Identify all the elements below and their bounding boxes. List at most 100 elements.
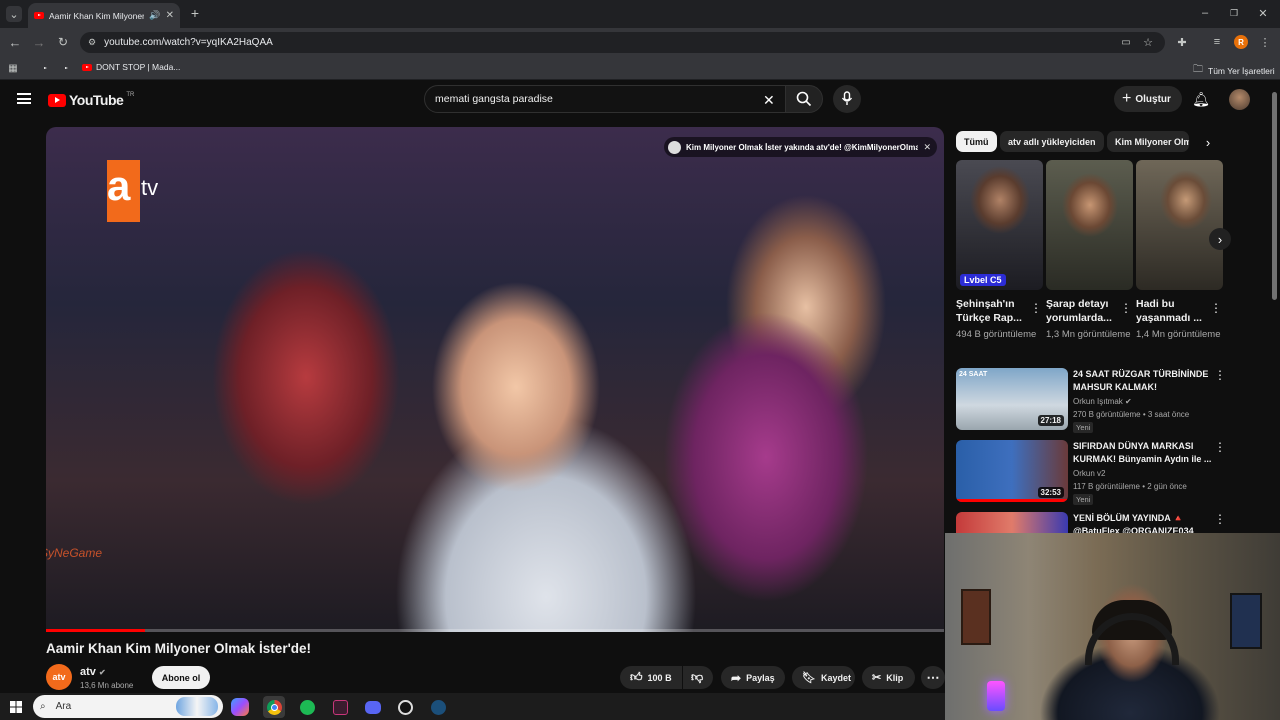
media-control-icon[interactable]: ≡ — [1211, 36, 1223, 48]
region-code: TR — [126, 92, 135, 98]
site-info-icon[interactable]: ⚙ — [88, 37, 96, 48]
bookmark-icon: 🔖︎ — [802, 672, 816, 684]
tab-search-icon[interactable]: ⌄ — [6, 6, 22, 22]
search-query-text: memati gangsta paradise — [435, 93, 553, 105]
clip-button[interactable]: ✂ Klip — [862, 666, 915, 689]
taskbar-search-input[interactable]: ⌕ Ara — [33, 695, 223, 718]
audio-playing-icon[interactable]: 🔊 — [149, 10, 160, 21]
thumbnail-label: 24 SAAT — [959, 371, 988, 378]
more-actions-button[interactable]: ⋯ — [921, 666, 945, 689]
subscribe-button[interactable]: Abone ol — [152, 666, 210, 689]
cast-icon[interactable]: ▭ — [1120, 36, 1132, 48]
forward-icon[interactable]: → — [32, 35, 46, 50]
short-thumbnail — [1046, 160, 1133, 290]
save-button[interactable]: 🔖︎ Kaydet — [792, 666, 855, 689]
browser-tab-active[interactable]: Aamir Khan Kim Milyoner Olmak İster'de! … — [28, 3, 180, 28]
hamburger-menu-icon[interactable] — [17, 93, 31, 104]
short-item[interactable]: Şarap detayı yorumlarda... 1,3 Mn görünt… — [1046, 160, 1133, 341]
voice-search-button[interactable] — [833, 85, 861, 113]
new-badge: Yeni — [1073, 494, 1094, 505]
channel-promo-card[interactable]: Kim Milyoner Olmak İster yakında atv'de!… — [664, 137, 937, 157]
chip-from-uploader[interactable]: atv adlı yükleyiciden — [1000, 131, 1104, 152]
chrome-menu-icon[interactable]: ⋮ — [1259, 36, 1271, 49]
youtube-logo-text: YouTube — [69, 92, 124, 108]
tab-close-icon[interactable]: ✕ — [166, 10, 174, 21]
channel-name[interactable]: atv ✔ — [80, 666, 106, 678]
page-scrollbar[interactable] — [1272, 92, 1277, 300]
chrome-taskbar-icon[interactable] — [263, 696, 285, 718]
promo-close-icon[interactable]: ✕ — [923, 142, 931, 153]
thumbs-up-icon: 👍︎ — [630, 670, 643, 684]
video-progress-bar[interactable] — [46, 629, 944, 632]
channel-watermark: SyNeGame — [46, 546, 103, 560]
short-item[interactable]: Hadi bu yaşanmadı ... 1,4 Mn görüntüleme… — [1136, 160, 1223, 341]
video-title: Aamir Khan Kim Milyoner Olmak İster'de! — [46, 641, 312, 656]
more-horizontal-icon: ⋯ — [926, 669, 940, 685]
atv-logo-letter: a — [107, 162, 131, 209]
notifications-bell-icon[interactable]: 🔔︎ — [1192, 91, 1210, 107]
app-icon[interactable] — [329, 696, 351, 718]
create-button[interactable]: + Oluştur — [1114, 86, 1182, 112]
channel-avatar[interactable]: atv — [46, 664, 72, 690]
video-player[interactable]: a tv SyNeGame Kim Milyoner Olmak İster y… — [46, 127, 944, 632]
recommended-video[interactable]: 32:53 SIFIRDAN DÜNYA MARKASI KURMAK! Bün… — [956, 440, 1256, 505]
youtube-logo[interactable]: YouTube TR — [48, 92, 134, 108]
profile-avatar[interactable]: R — [1234, 35, 1248, 49]
like-count: 100 B — [647, 672, 672, 683]
recommended-video[interactable]: YENİ BÖLÜM YAYINDA 🔺 @BatuFlex @ORGANIZE… — [956, 512, 1256, 533]
verified-icon: ✔ — [1125, 397, 1132, 406]
minimize-icon[interactable]: – — [1199, 7, 1211, 19]
chrome-logo-icon — [266, 699, 282, 715]
video-title: YENİ BÖLÜM YAYINDA 🔺 @BatuFlex @ORGANIZE… — [1073, 513, 1194, 533]
obs-icon[interactable] — [394, 696, 416, 718]
chip-related[interactable]: Kim Milyoner Olm — [1107, 131, 1189, 152]
dislike-button[interactable]: 👎︎ — [683, 666, 713, 689]
steam-icon[interactable] — [427, 696, 449, 718]
windows-start-icon[interactable] — [5, 696, 27, 718]
discord-icon[interactable] — [362, 696, 384, 718]
verified-icon: ✔ — [98, 668, 106, 677]
more-vertical-icon[interactable]: ⋮ — [1210, 301, 1222, 315]
video-meta: 270 B görüntüleme • 3 saat önce — [1073, 410, 1190, 419]
like-button[interactable]: 👍︎ 100 B — [620, 666, 682, 689]
recommended-video[interactable]: 24 SAAT 27:18 24 SAAT RÜZGAR TÜRBİNİNDE … — [956, 368, 1256, 433]
apps-grid-icon[interactable]: ▦ — [7, 62, 19, 74]
thumbs-down-icon: 👎︎ — [691, 670, 704, 684]
address-bar[interactable]: ⚙ youtube.com/watch?v=yqIKA2HaQAA — [80, 32, 1165, 53]
all-bookmarks[interactable]: 🗀 Tüm Yer İşaretleri — [1193, 62, 1275, 79]
more-vertical-icon[interactable]: ⋮ — [1214, 512, 1226, 526]
bookmark-dont-stop[interactable]: DONT STOP | Mada... — [82, 62, 180, 72]
close-window-icon[interactable]: ✕ — [1257, 7, 1269, 20]
share-label: Paylaş — [746, 672, 775, 683]
chip-scroll-right-icon[interactable]: › — [1200, 134, 1216, 150]
clear-search-icon[interactable]: ✕ — [763, 92, 775, 109]
back-icon[interactable]: ← — [8, 35, 22, 50]
more-vertical-icon[interactable]: ⋮ — [1120, 301, 1132, 315]
chip-all[interactable]: Tümü — [956, 131, 997, 152]
short-views: 1,4 Mn görüntüleme — [1136, 329, 1221, 340]
more-vertical-icon[interactable]: ⋮ — [1030, 301, 1042, 315]
extensions-icon[interactable]: ✚ — [1176, 36, 1188, 49]
search-button[interactable] — [785, 85, 823, 113]
short-item[interactable]: Lvbel C5 Şehinşah'ın Türkçe Rap... 494 B… — [956, 160, 1043, 341]
short-title: Şarap detayı yorumlarda... — [1046, 298, 1112, 324]
short-views: 494 B görüntüleme — [956, 329, 1037, 340]
video-progress-fill — [46, 629, 145, 632]
new-tab-icon[interactable]: + — [188, 5, 202, 21]
webcam-poster — [1230, 593, 1262, 649]
restore-icon[interactable]: ❐ — [1228, 7, 1240, 19]
account-avatar[interactable] — [1229, 89, 1250, 110]
search-icon: ⌕ — [40, 701, 46, 712]
plus-icon: + — [1122, 90, 1132, 107]
short-views: 1,3 Mn görüntüleme — [1046, 329, 1131, 340]
more-vertical-icon[interactable]: ⋮ — [1214, 440, 1226, 454]
spotify-icon[interactable] — [296, 696, 318, 718]
bookmark-star-icon[interactable]: ☆ — [1142, 36, 1154, 49]
more-vertical-icon[interactable]: ⋮ — [1214, 368, 1226, 382]
copilot-icon[interactable] — [231, 698, 249, 716]
reload-icon[interactable]: ↻ — [56, 35, 70, 49]
share-button[interactable]: ➦ Paylaş — [721, 666, 785, 689]
search-input[interactable]: memati gangsta paradise ✕ — [424, 85, 786, 113]
shorts-next-icon[interactable]: › — [1209, 228, 1231, 250]
bookmarks-bar: ▦ DONT STOP | Mada... 🗀 Tüm Yer İşaretle… — [0, 56, 1280, 80]
